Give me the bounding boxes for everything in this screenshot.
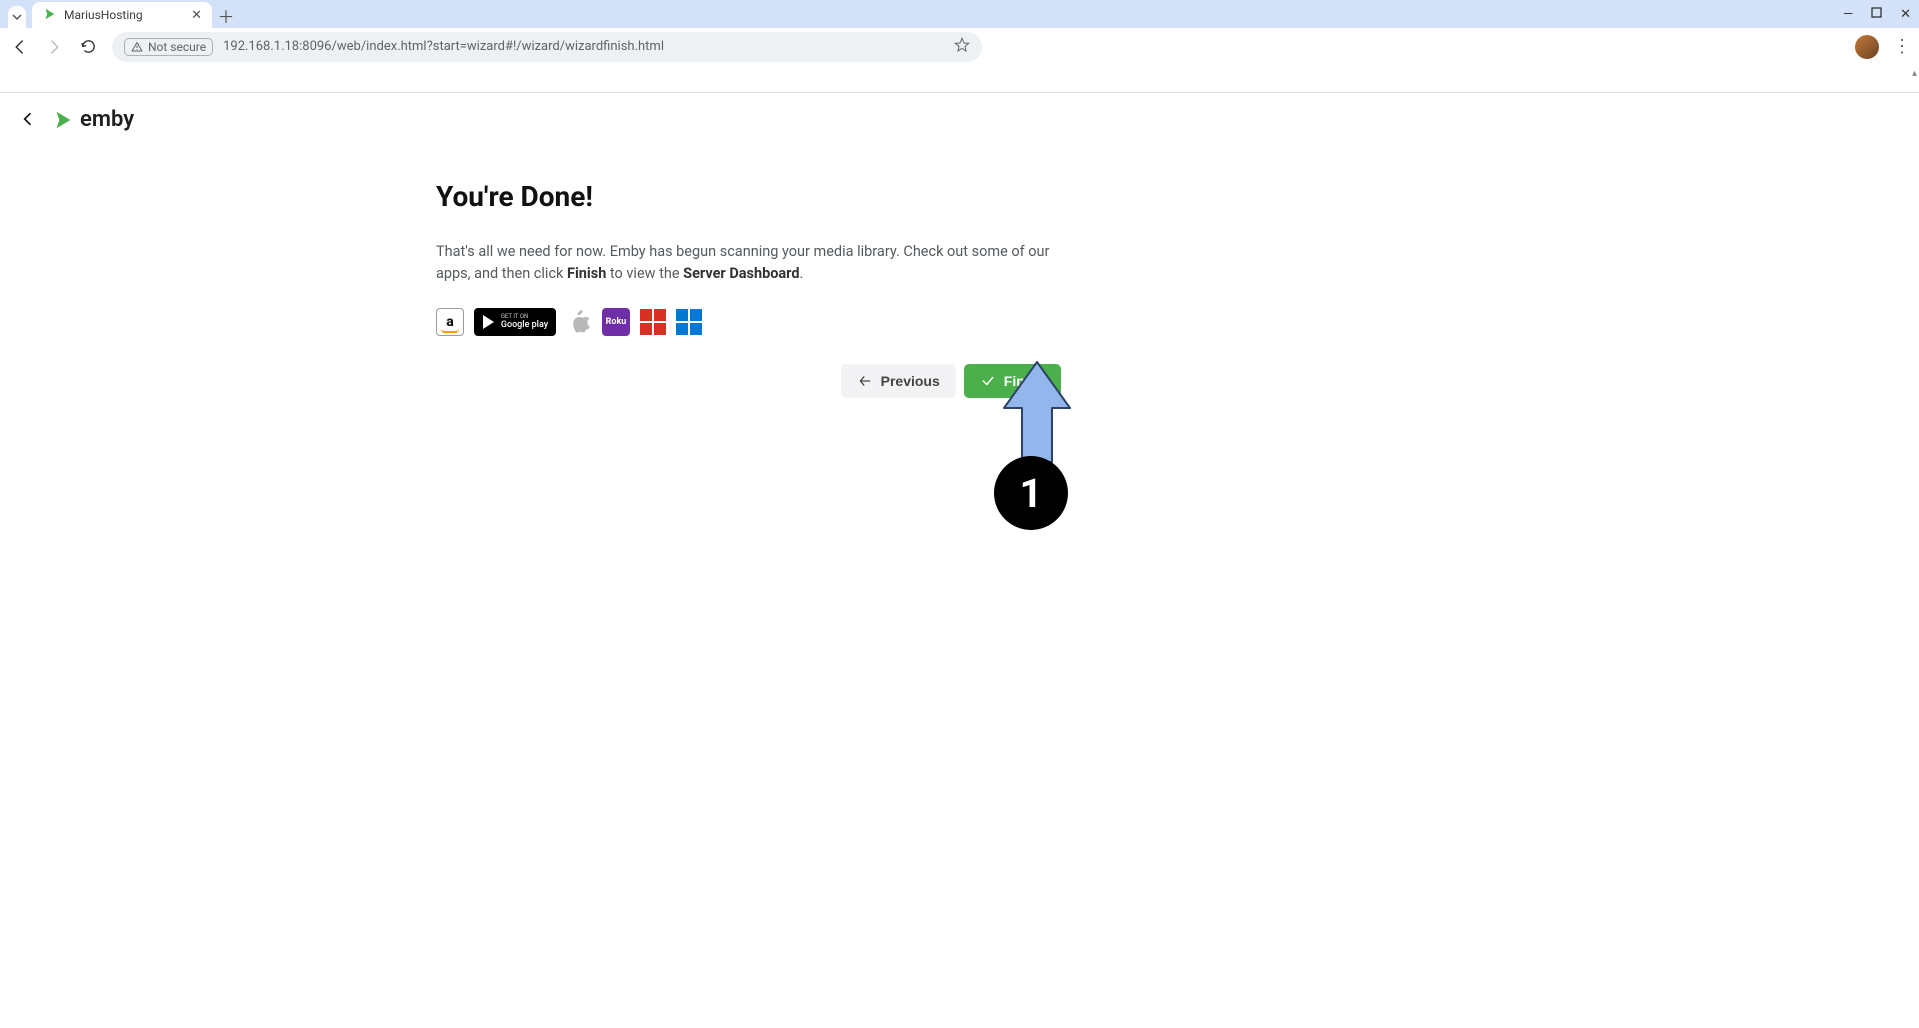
minimize-icon[interactable]: — xyxy=(1843,7,1853,22)
amazon-badge[interactable]: a xyxy=(436,308,464,336)
forward-icon[interactable] xyxy=(44,37,64,57)
not-secure-label: Not secure xyxy=(148,40,206,54)
windows-red-badge[interactable] xyxy=(640,309,666,335)
wizard-title: You're Done! xyxy=(436,180,1061,213)
windows-blue-badge[interactable] xyxy=(676,309,702,335)
amazon-swoosh-icon xyxy=(441,329,459,333)
tab-favicon xyxy=(42,7,56,24)
annotation-arrow xyxy=(1002,360,1060,460)
url-bar[interactable]: Not secure 192.168.1.18:8096/web/index.h… xyxy=(112,32,982,62)
apple-icon xyxy=(568,309,590,335)
chrome-menu-icon[interactable]: ⋮ xyxy=(1893,36,1909,57)
maximize-icon[interactable] xyxy=(1871,7,1882,22)
new-tab-button[interactable]: ＋ xyxy=(212,2,240,28)
roku-badge[interactable]: Roku xyxy=(602,308,630,336)
emby-back-icon[interactable] xyxy=(20,108,36,132)
emby-logo-icon xyxy=(52,109,74,131)
reload-icon[interactable] xyxy=(78,37,98,57)
google-play-badge[interactable]: GET IT ON Google play xyxy=(474,308,556,336)
window-controls: — ✕ xyxy=(1843,0,1911,28)
wizard-buttons: Previous Finish xyxy=(436,364,1061,398)
bookmark-star-icon[interactable] xyxy=(954,37,970,57)
arrow-left-icon xyxy=(857,374,873,388)
profile-avatar[interactable] xyxy=(1855,35,1879,59)
tab-close-icon[interactable]: ✕ xyxy=(191,8,202,23)
annotation-step-badge: 1 xyxy=(994,456,1068,530)
previous-button[interactable]: Previous xyxy=(841,364,956,398)
warning-icon xyxy=(131,41,143,53)
check-icon xyxy=(980,374,996,388)
emby-logo-text: emby xyxy=(80,107,134,132)
browser-toolbar: Not secure 192.168.1.18:8096/web/index.h… xyxy=(0,28,1919,66)
scrollbar[interactable]: ▴ xyxy=(1905,66,1919,1028)
app-badges: a GET IT ON Google play Roku xyxy=(436,308,1061,336)
scrollbar-up-icon[interactable]: ▴ xyxy=(1912,68,1917,79)
back-icon[interactable] xyxy=(10,37,30,57)
tab-title: MariusHosting xyxy=(64,8,143,22)
not-secure-badge[interactable]: Not secure xyxy=(124,38,213,56)
emby-logo[interactable]: emby xyxy=(52,107,134,132)
browser-tab[interactable]: MariusHosting ✕ xyxy=(32,2,212,28)
browser-titlebar: MariusHosting ✕ ＋ — ✕ xyxy=(0,0,1919,28)
emby-header: emby xyxy=(0,93,1919,140)
google-play-icon xyxy=(482,314,496,330)
apple-badge[interactable] xyxy=(566,308,592,336)
url-text: 192.168.1.18:8096/web/index.html?start=w… xyxy=(223,39,664,54)
wizard-description: That's all we need for now. Emby has beg… xyxy=(436,241,1061,286)
close-window-icon[interactable]: ✕ xyxy=(1900,7,1911,22)
wizard-body: You're Done! That's all we need for now.… xyxy=(426,180,1071,398)
tab-search-dropdown[interactable] xyxy=(8,6,26,28)
